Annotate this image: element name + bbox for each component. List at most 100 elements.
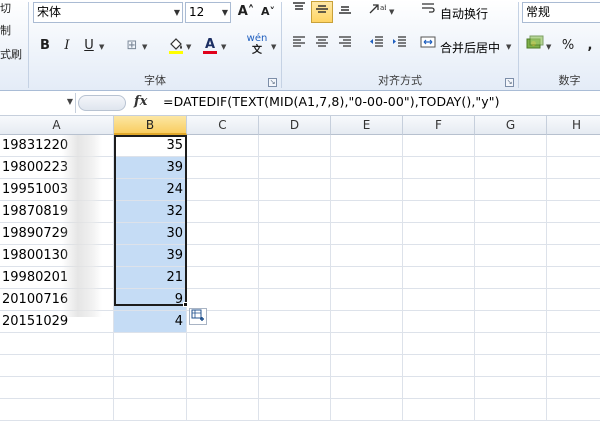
cell-g3[interactable]	[475, 179, 547, 201]
cell-b13[interactable]	[114, 399, 187, 421]
cell-e3[interactable]	[331, 179, 403, 201]
cell-g8[interactable]	[475, 289, 547, 311]
cell-b10[interactable]	[114, 333, 187, 355]
cell-f5[interactable]	[403, 223, 475, 245]
cell-g6[interactable]	[475, 245, 547, 267]
cell-h5[interactable]	[547, 223, 600, 245]
chevron-down-icon[interactable]: ▼	[546, 43, 551, 51]
cell-c1[interactable]	[187, 135, 259, 157]
cell-b2[interactable]: 39	[114, 157, 187, 179]
cell-e9[interactable]	[331, 311, 403, 333]
font-size-combo[interactable]: 12 ▼	[185, 2, 231, 23]
column-header-d[interactable]: D	[259, 116, 331, 135]
cell-h7[interactable]	[547, 267, 600, 289]
chevron-down-icon[interactable]: ▼	[142, 43, 147, 51]
cell-c4[interactable]	[187, 201, 259, 223]
shrink-font-icon[interactable]: A˅	[257, 1, 279, 23]
cell-g9[interactable]	[475, 311, 547, 333]
cell-c11[interactable]	[187, 355, 259, 377]
cell-g10[interactable]	[475, 333, 547, 355]
wrap-text-label[interactable]: 自动换行	[440, 5, 488, 22]
auto-fill-options-icon[interactable]	[189, 308, 207, 325]
cell-f2[interactable]	[403, 157, 475, 179]
cell-h12[interactable]	[547, 377, 600, 399]
cell-f8[interactable]	[403, 289, 475, 311]
cell-e13[interactable]	[331, 399, 403, 421]
cell-e10[interactable]	[331, 333, 403, 355]
currency-icon[interactable]	[524, 35, 546, 57]
cell-b4[interactable]: 32	[114, 201, 187, 223]
cell-e1[interactable]	[331, 135, 403, 157]
cell-c13[interactable]	[187, 399, 259, 421]
cell-c10[interactable]	[187, 333, 259, 355]
cell-c5[interactable]	[187, 223, 259, 245]
dialog-launcher-icon[interactable]: ↘	[505, 78, 514, 87]
cell-h2[interactable]	[547, 157, 600, 179]
cell-e12[interactable]	[331, 377, 403, 399]
formula-bar-resize-handle[interactable]	[78, 95, 126, 111]
merge-center-label[interactable]: 合并后居中	[440, 39, 500, 56]
dialog-launcher-icon[interactable]: ↘	[268, 78, 277, 87]
cell-h1[interactable]	[547, 135, 600, 157]
fill-handle[interactable]	[183, 302, 188, 307]
chevron-down-icon[interactable]: ▼	[221, 43, 226, 51]
chevron-down-icon[interactable]: ▼	[222, 3, 228, 22]
name-box[interactable]: ▼	[0, 93, 76, 113]
orientation-icon[interactable]: ab	[366, 1, 389, 23]
align-left-icon[interactable]	[288, 35, 310, 57]
column-header-g[interactable]: G	[475, 116, 547, 135]
font-color-icon[interactable]: A	[199, 35, 221, 57]
cell-f3[interactable]	[403, 179, 475, 201]
cell-b7[interactable]: 21	[114, 267, 187, 289]
cell-e6[interactable]	[331, 245, 403, 267]
cell-e11[interactable]	[331, 355, 403, 377]
cell-f4[interactable]	[403, 201, 475, 223]
decrease-indent-icon[interactable]	[366, 35, 388, 57]
cell-f13[interactable]	[403, 399, 475, 421]
cell-h6[interactable]	[547, 245, 600, 267]
cell-e4[interactable]	[331, 201, 403, 223]
column-header-e[interactable]: E	[331, 116, 403, 135]
cell-g12[interactable]	[475, 377, 547, 399]
percent-style-button[interactable]: %	[557, 35, 579, 57]
column-header-b[interactable]: B	[114, 116, 187, 135]
wrap-text-icon[interactable]	[417, 1, 439, 23]
cell-g2[interactable]	[475, 157, 547, 179]
chevron-down-icon[interactable]: ▼	[174, 3, 180, 22]
column-header-h[interactable]: H	[547, 116, 600, 135]
cell-d5[interactable]	[259, 223, 331, 245]
cell-b11[interactable]	[114, 355, 187, 377]
cell-d1[interactable]	[259, 135, 331, 157]
cell-b8[interactable]: 9	[114, 289, 187, 311]
formula-input[interactable]: =DATEDIF(TEXT(MID(A1,7,8),"0-00-00"),TOD…	[163, 94, 500, 109]
cell-d4[interactable]	[259, 201, 331, 223]
cell-a13[interactable]	[0, 399, 114, 421]
cell-c7[interactable]	[187, 267, 259, 289]
cell-e5[interactable]	[331, 223, 403, 245]
cell-d2[interactable]	[259, 157, 331, 179]
cell-e7[interactable]	[331, 267, 403, 289]
align-center-icon[interactable]	[311, 35, 333, 57]
format-painter-button[interactable]: 式刷	[0, 46, 22, 62]
align-right-icon[interactable]	[334, 35, 356, 57]
phonetic-guide-icon[interactable]: wén 文	[243, 33, 271, 56]
chevron-down-icon[interactable]: ▼	[506, 43, 511, 51]
cell-b6[interactable]: 39	[114, 245, 187, 267]
cell-b9[interactable]: 4	[114, 311, 187, 333]
cell-d9[interactable]	[259, 311, 331, 333]
cell-f11[interactable]	[403, 355, 475, 377]
cell-c6[interactable]	[187, 245, 259, 267]
chevron-down-icon[interactable]: ▼	[186, 43, 191, 51]
column-header-f[interactable]: F	[403, 116, 475, 135]
cut-button[interactable]: 切	[0, 0, 11, 16]
cell-h4[interactable]	[547, 201, 600, 223]
cell-f6[interactable]	[403, 245, 475, 267]
cell-h8[interactable]	[547, 289, 600, 311]
cell-d12[interactable]	[259, 377, 331, 399]
grow-font-icon[interactable]: A˄	[235, 1, 257, 23]
cell-e8[interactable]	[331, 289, 403, 311]
italic-button[interactable]: I	[56, 35, 78, 57]
cell-d11[interactable]	[259, 355, 331, 377]
cell-d8[interactable]	[259, 289, 331, 311]
cell-c2[interactable]	[187, 157, 259, 179]
